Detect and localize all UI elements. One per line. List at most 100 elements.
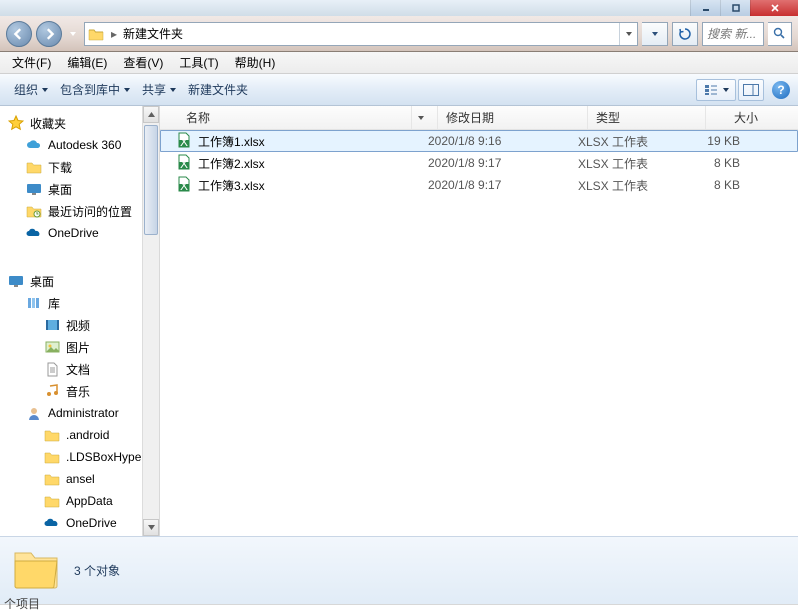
column-header-name[interactable]: 名称: [178, 106, 438, 129]
sidebar-item-downloads[interactable]: 下载: [0, 156, 159, 178]
documents-icon: [44, 361, 60, 377]
sidebar-item-music[interactable]: 音乐: [0, 380, 159, 402]
user-icon: [26, 405, 42, 421]
svg-text:X: X: [180, 179, 188, 192]
nav-forward-button[interactable]: [36, 21, 62, 47]
address-bar[interactable]: ▸ 新建文件夹: [84, 22, 638, 46]
include-in-library-button[interactable]: 包含到库中: [54, 78, 136, 101]
status-label: 个项目: [4, 595, 40, 612]
menu-file[interactable]: 文件(F): [4, 52, 59, 73]
window-close-button[interactable]: [750, 0, 798, 16]
folder-icon: [44, 493, 60, 509]
organize-button[interactable]: 组织: [8, 78, 54, 101]
folder-icon: [85, 23, 107, 45]
sidebar-libraries[interactable]: 库: [0, 292, 159, 314]
menu-bar: 文件(F) 编辑(E) 查看(V) 工具(T) 帮助(H): [0, 52, 798, 74]
star-icon: [8, 115, 24, 131]
sidebar-scrollbar[interactable]: [142, 106, 159, 536]
refresh-button[interactable]: [672, 22, 698, 46]
sidebar-item-videos[interactable]: 视频: [0, 314, 159, 336]
onedrive-icon: [44, 515, 60, 531]
column-header-type[interactable]: 类型: [588, 106, 706, 129]
address-dropdown-icon[interactable]: [619, 23, 637, 45]
window-minimize-button[interactable]: [690, 0, 720, 16]
sidebar-item-ldsbox[interactable]: .LDSBoxHyperv: [0, 446, 159, 468]
search-button[interactable]: [768, 22, 792, 46]
file-name: 工作簿3.xlsx: [198, 177, 265, 194]
folder-icon: [44, 449, 60, 465]
sidebar-item-recent[interactable]: 最近访问的位置: [0, 200, 159, 222]
file-name: 工作簿2.xlsx: [198, 155, 265, 172]
sidebar-item-ansel[interactable]: ansel: [0, 468, 159, 490]
nav-back-button[interactable]: [6, 21, 32, 47]
recent-icon: [26, 203, 42, 219]
share-button[interactable]: 共享: [136, 78, 182, 101]
new-folder-button[interactable]: 新建文件夹: [182, 78, 254, 101]
xlsx-file-icon: X: [176, 154, 192, 173]
folder-icon: [44, 427, 60, 443]
pictures-icon: [44, 339, 60, 355]
sidebar-favorites-label: 收藏夹: [30, 115, 66, 132]
sidebar-favorites[interactable]: 收藏夹: [0, 112, 159, 134]
scroll-track[interactable]: [143, 123, 159, 519]
xlsx-file-icon: X: [176, 176, 192, 195]
svg-text:X: X: [180, 157, 188, 170]
scroll-down-button[interactable]: [143, 519, 159, 536]
menu-help[interactable]: 帮助(H): [227, 52, 284, 73]
folder-icon: [44, 471, 60, 487]
address-chevron-icon[interactable]: ▸: [107, 27, 121, 41]
music-icon: [44, 383, 60, 399]
sidebar-item-onedrive-fav[interactable]: OneDrive: [0, 222, 159, 244]
sidebar-user[interactable]: Administrator: [0, 402, 159, 424]
svg-text:X: X: [180, 135, 188, 148]
sidebar-item-autodesk360[interactable]: Autodesk 360: [0, 134, 159, 156]
column-header-row: 名称 修改日期 类型 大小: [160, 106, 798, 130]
sidebar-item-android[interactable]: .android: [0, 424, 159, 446]
command-toolbar: 组织 包含到库中 共享 新建文件夹 ?: [0, 74, 798, 106]
search-input[interactable]: 搜索 新...: [702, 22, 764, 46]
sidebar-desktop[interactable]: 桌面: [0, 270, 159, 292]
column-header-size[interactable]: 大小: [706, 106, 766, 129]
file-date: 2020/1/8 9:16: [420, 134, 570, 148]
nav-history-dropdown[interactable]: [66, 23, 80, 45]
address-path: 新建文件夹: [121, 25, 619, 42]
file-list-pane: 名称 修改日期 类型 大小 X 工作簿1.xlsx 2020/1/8 9:16 X…: [160, 106, 798, 536]
sidebar-item-documents[interactable]: 文档: [0, 358, 159, 380]
sidebar-item-desktop-fav[interactable]: 桌面: [0, 178, 159, 200]
sidebar-item-onedrive-user[interactable]: OneDrive: [0, 512, 159, 534]
file-name: 工作簿1.xlsx: [198, 133, 265, 150]
preview-pane-button[interactable]: [738, 79, 764, 101]
view-mode-button[interactable]: [696, 79, 736, 101]
window-titlebar: [0, 0, 798, 16]
navigation-pane: 收藏夹 Autodesk 360 下载 桌面 最近访问的位置 OneDrive …: [0, 106, 160, 536]
sidebar-item-appdata[interactable]: AppData: [0, 490, 159, 512]
file-size: 8 KB: [688, 178, 748, 192]
file-date: 2020/1/8 9:17: [420, 178, 570, 192]
sidebar-item-pictures[interactable]: 图片: [0, 336, 159, 358]
window-maximize-button[interactable]: [720, 0, 750, 16]
file-date: 2020/1/8 9:17: [420, 156, 570, 170]
file-type: XLSX 工作表: [570, 177, 688, 194]
scroll-up-button[interactable]: [143, 106, 159, 123]
help-button[interactable]: ?: [772, 81, 790, 99]
navigation-bar: ▸ 新建文件夹 搜索 新...: [0, 16, 798, 52]
file-row[interactable]: X 工作簿3.xlsx 2020/1/8 9:17 XLSX 工作表 8 KB: [160, 174, 798, 196]
video-icon: [44, 317, 60, 333]
file-size: 8 KB: [688, 156, 748, 170]
menu-tools[interactable]: 工具(T): [171, 52, 226, 73]
file-rows: X工作簿1.xlsx 2020/1/8 9:16 XLSX 工作表 19 KB …: [160, 130, 798, 536]
menu-view[interactable]: 查看(V): [115, 52, 171, 73]
column-header-date[interactable]: 修改日期: [438, 106, 588, 129]
main-area: 收藏夹 Autodesk 360 下载 桌面 最近访问的位置 OneDrive …: [0, 106, 798, 536]
scroll-thumb[interactable]: [144, 125, 158, 235]
file-row[interactable]: X 工作簿1.xlsx 2020/1/8 9:16 XLSX 工作表 19 KB: [160, 130, 798, 152]
file-row[interactable]: X工作簿2.xlsx 2020/1/8 9:17 XLSX 工作表 8 KB: [160, 152, 798, 174]
file-type: XLSX 工作表: [570, 133, 688, 150]
address-dropdown-button[interactable]: [642, 22, 668, 46]
folder-icon: [26, 159, 42, 175]
file-size: 19 KB: [688, 134, 748, 148]
menu-edit[interactable]: 编辑(E): [59, 52, 115, 73]
status-strip: 个项目: [0, 604, 798, 612]
details-pane: 3 个对象: [0, 536, 798, 604]
desktop-icon: [26, 181, 42, 197]
